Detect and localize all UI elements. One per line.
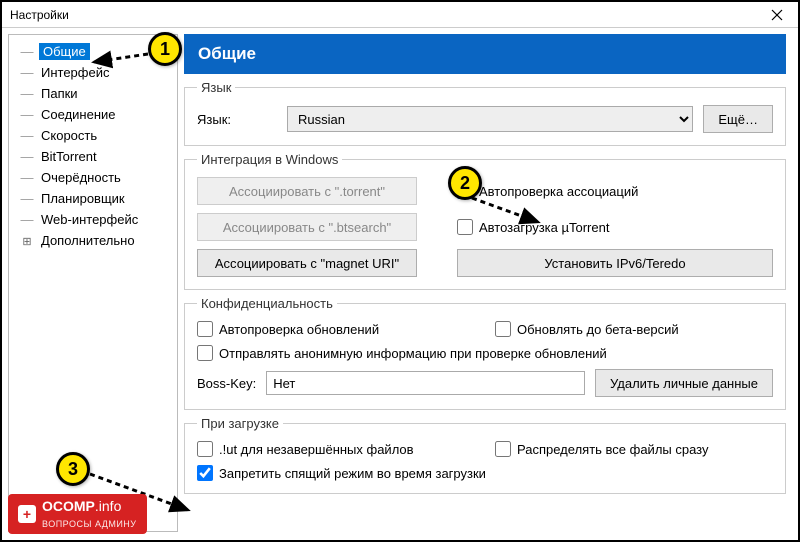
language-legend: Язык [197,80,235,95]
plus-icon: + [18,505,36,523]
fieldset-language: Язык Язык: Russian Ещё… [184,80,786,146]
window-title: Настройки [10,8,69,22]
settings-window: Настройки Общие Интерфейс Папки Соединен… [0,0,800,542]
bosskey-input[interactable] [266,371,585,395]
sidebar-item-web[interactable]: Web-интерфейс [11,209,175,230]
bosskey-label: Boss-Key: [197,376,256,391]
sidebar-item-connection[interactable]: Соединение [11,104,175,125]
sidebar-item-scheduler[interactable]: Планировщик [11,188,175,209]
ut-ext-input[interactable] [197,441,213,457]
assoc-magnet-button[interactable]: Ассоциировать с "magnet URI" [197,249,417,277]
sidebar-item-queue[interactable]: Очерёдность [11,167,175,188]
sidebar-tree: Общие Интерфейс Папки Соединение Скорост… [8,34,178,532]
sidebar-item-advanced[interactable]: Дополнительно [11,230,175,251]
prevent-sleep-checkbox[interactable]: Запретить спящий режим во время загрузки [197,465,773,481]
annotation-badge-2: 2 [448,166,482,200]
fieldset-download: При загрузке .!ut для незавершённых файл… [184,416,786,494]
language-select[interactable]: Russian [287,106,693,132]
preallocate-checkbox[interactable]: Распределять все файлы сразу [495,441,773,457]
anon-info-input[interactable] [197,345,213,361]
annotation-arrow-2 [470,196,550,239]
check-updates-checkbox[interactable]: Автопроверка обновлений [197,321,475,337]
sidebar-item-speed[interactable]: Скорость [11,125,175,146]
sidebar-item-bittorrent[interactable]: BitTorrent [11,146,175,167]
ut-ext-checkbox[interactable]: .!ut для незавершённых файлов [197,441,475,457]
watermark-badge: + OCOMP.info ВОПРОСЫ АДМИНУ [8,494,147,534]
integration-legend: Интеграция в Windows [197,152,342,167]
main-panel: Общие Язык Язык: Russian Ещё… Интеграция… [184,34,792,532]
privacy-legend: Конфиденциальность [197,296,337,311]
annotation-arrow-1 [88,46,152,73]
annotation-badge-1: 1 [148,32,182,66]
close-icon [771,9,783,21]
sidebar-item-folders[interactable]: Папки [11,83,175,104]
language-label: Язык: [197,112,277,127]
close-button[interactable] [760,4,794,26]
assoc-btsearch-button: Ассоциировать с ".btsearch" [197,213,417,241]
prevent-sleep-input[interactable] [197,465,213,481]
titlebar: Настройки [2,2,798,28]
fieldset-privacy: Конфиденциальность Автопроверка обновлен… [184,296,786,410]
install-ipv6-button[interactable]: Установить IPv6/Teredo [457,249,773,277]
page-title: Общие [184,34,786,74]
preallocate-input[interactable] [495,441,511,457]
check-updates-input[interactable] [197,321,213,337]
assoc-torrent-button: Ассоциировать с ".torrent" [197,177,417,205]
beta-checkbox[interactable]: Обновлять до бета-версий [495,321,773,337]
language-more-button[interactable]: Ещё… [703,105,773,133]
beta-input[interactable] [495,321,511,337]
annotation-badge-3: 3 [56,452,90,486]
delete-personal-data-button[interactable]: Удалить личные данные [595,369,773,397]
download-legend: При загрузке [197,416,283,431]
anon-info-checkbox[interactable]: Отправлять анонимную информацию при пров… [197,345,773,361]
